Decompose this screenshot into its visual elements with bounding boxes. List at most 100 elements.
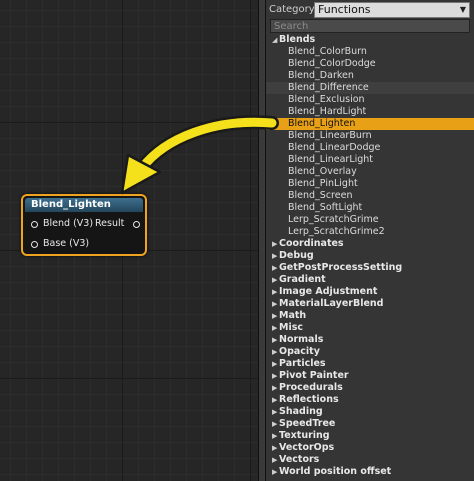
blend-input-label: Blend (V3) xyxy=(43,218,94,229)
tree-item-label: Lerp_ScratchGrime2 xyxy=(288,226,385,237)
collapsed-triangle-icon: ▶ xyxy=(272,264,278,272)
group-label: Pivot Painter xyxy=(279,370,349,381)
group-label: VectorOps xyxy=(279,442,335,453)
tree-group[interactable]: ▶ Pivot Painter xyxy=(266,370,474,382)
tree-item[interactable]: Blend_PinLight xyxy=(266,178,474,190)
material-graph-canvas[interactable]: Blend_Lighten Blend (V3) Result Base (V3… xyxy=(0,0,258,481)
collapsed-triangle-icon: ▶ xyxy=(272,348,278,356)
tree-item[interactable]: Blend_Exclusion xyxy=(266,94,474,106)
tree-item[interactable]: Blend_LinearDodge xyxy=(266,142,474,154)
group-label: Procedurals xyxy=(279,382,343,393)
collapsed-triangle-icon: ▶ xyxy=(272,408,278,416)
collapsed-triangle-icon: ▶ xyxy=(272,276,278,284)
tree-item[interactable]: Blend_Lighten xyxy=(266,118,474,130)
group-label: Particles xyxy=(279,358,326,369)
group-label: Reflections xyxy=(279,394,339,405)
collapsed-triangle-icon: ▶ xyxy=(272,336,278,344)
tree-group-blends[interactable]: ◢ Blends xyxy=(266,34,474,46)
tree-item-label: Blend_LinearDodge xyxy=(288,142,381,153)
expanded-triangle-icon: ◢ xyxy=(272,36,278,44)
category-label: Category: xyxy=(269,4,318,15)
tree-item-label: Blend_LinearBurn xyxy=(288,130,372,141)
tree-group[interactable]: ▶ GetPostProcessSetting xyxy=(266,262,474,274)
collapsed-triangle-icon: ▶ xyxy=(272,312,278,320)
group-label: Debug xyxy=(279,250,314,261)
tree-group[interactable]: ▶ Debug xyxy=(266,250,474,262)
blend-input-pin-icon[interactable] xyxy=(31,221,38,228)
tree-group[interactable]: ▶ VectorOps xyxy=(266,442,474,454)
blend-lighten-node[interactable]: Blend_Lighten Blend (V3) Result Base (V3… xyxy=(21,194,147,256)
group-label: Image Adjustment xyxy=(279,286,378,297)
collapsed-triangle-icon: ▶ xyxy=(272,432,278,440)
panel-splitter[interactable] xyxy=(258,0,266,481)
tree-group[interactable]: ▶ Image Adjustment xyxy=(266,286,474,298)
palette-panel: Category: Functions ▼ ◢Blends Blend_Colo… xyxy=(266,0,474,481)
group-label: Shading xyxy=(279,406,323,417)
group-label: MaterialLayerBlend xyxy=(279,298,384,309)
tree-group[interactable]: ▶ Shading xyxy=(266,406,474,418)
tree-item[interactable]: Blend_Overlay xyxy=(266,166,474,178)
collapsed-triangle-icon: ▶ xyxy=(272,240,278,248)
base-input-pin-icon[interactable] xyxy=(31,241,38,248)
tree-item-label: Blend_HardLight xyxy=(288,106,367,117)
tree-item[interactable]: Blend_ColorDodge xyxy=(266,58,474,70)
tree-item[interactable]: Blend_ColorBurn xyxy=(266,46,474,58)
tree-item-label: Blend_Lighten xyxy=(288,118,356,129)
tree-item[interactable]: Blend_HardLight xyxy=(266,106,474,118)
search-input[interactable] xyxy=(270,19,470,33)
tree-group[interactable]: ▶ SpeedTree xyxy=(266,418,474,430)
tree-item[interactable]: Blend_LinearBurn xyxy=(266,130,474,142)
base-input-label: Base (V3) xyxy=(43,238,90,249)
collapsed-triangle-icon: ▶ xyxy=(272,468,278,476)
tree-item-label: Blend_SoftLight xyxy=(288,202,363,213)
tree-item-label: Blend_Darken xyxy=(288,70,354,81)
group-label: GetPostProcessSetting xyxy=(279,262,403,273)
tree-item-label: Blend_Difference xyxy=(288,82,369,93)
tree-group[interactable]: ▶ Reflections xyxy=(266,394,474,406)
collapsed-triangle-icon: ▶ xyxy=(272,252,278,260)
tree-group[interactable]: ▶ Gradient xyxy=(266,274,474,286)
tree-group[interactable]: ▶ Misc xyxy=(266,322,474,334)
tree-item-label: Blend_Screen xyxy=(288,190,353,201)
tree-group[interactable]: ▶ Particles xyxy=(266,358,474,370)
group-label: Math xyxy=(279,310,307,321)
tree-item[interactable]: Lerp_ScratchGrime xyxy=(266,214,474,226)
tree-item[interactable]: Blend_Screen xyxy=(266,190,474,202)
tree-item[interactable]: Lerp_ScratchGrime2 xyxy=(266,226,474,238)
tree-item-label: Lerp_ScratchGrime xyxy=(288,214,379,225)
group-label: Opacity xyxy=(279,346,320,357)
tree-item[interactable]: Blend_Darken xyxy=(266,70,474,82)
group-label: Misc xyxy=(279,322,303,333)
category-value: Functions xyxy=(318,3,371,16)
collapsed-triangle-icon: ▶ xyxy=(272,372,278,380)
node-title: Blend_Lighten xyxy=(25,198,143,212)
tree-group[interactable]: ▶ Normals xyxy=(266,334,474,346)
tree-group[interactable]: ▶ World position offset xyxy=(266,466,474,478)
collapsed-triangle-icon: ▶ xyxy=(272,384,278,392)
group-label: Normals xyxy=(279,334,324,345)
group-label: SpeedTree xyxy=(279,418,336,429)
tree-group[interactable]: ▶ Procedurals xyxy=(266,382,474,394)
dropdown-arrow-icon: ▼ xyxy=(459,5,466,14)
group-label: Vectors xyxy=(279,454,320,465)
tree-group[interactable]: ▶ Opacity xyxy=(266,346,474,358)
tree-group[interactable]: ▶ Math xyxy=(266,310,474,322)
tree-item-label: Blend_PinLight xyxy=(288,178,358,189)
collapsed-triangle-icon: ▶ xyxy=(272,300,278,308)
collapsed-triangle-icon: ▶ xyxy=(272,444,278,452)
tree-item-label: Blend_ColorBurn xyxy=(288,46,367,57)
result-output-pin-icon[interactable] xyxy=(133,221,140,228)
tree-group[interactable]: ▶ Texturing xyxy=(266,430,474,442)
collapsed-triangle-icon: ▶ xyxy=(272,420,278,428)
tree-item[interactable]: Blend_SoftLight xyxy=(266,202,474,214)
tree-item-label: Blend_Exclusion xyxy=(288,94,365,105)
tree-item-label: Blend_Overlay xyxy=(288,166,357,177)
tree-item[interactable]: Blend_Difference xyxy=(266,82,474,94)
category-dropdown[interactable]: Functions ▼ xyxy=(314,2,470,18)
tree-item[interactable]: Blend_LinearLight xyxy=(266,154,474,166)
tree-group[interactable]: ▶ Vectors xyxy=(266,454,474,466)
tree-group[interactable]: ▶ Coordinates xyxy=(266,238,474,250)
collapsed-triangle-icon: ▶ xyxy=(272,288,278,296)
tree-group[interactable]: ▶ MaterialLayerBlend xyxy=(266,298,474,310)
tree-item-label: Blend_LinearLight xyxy=(288,154,374,165)
